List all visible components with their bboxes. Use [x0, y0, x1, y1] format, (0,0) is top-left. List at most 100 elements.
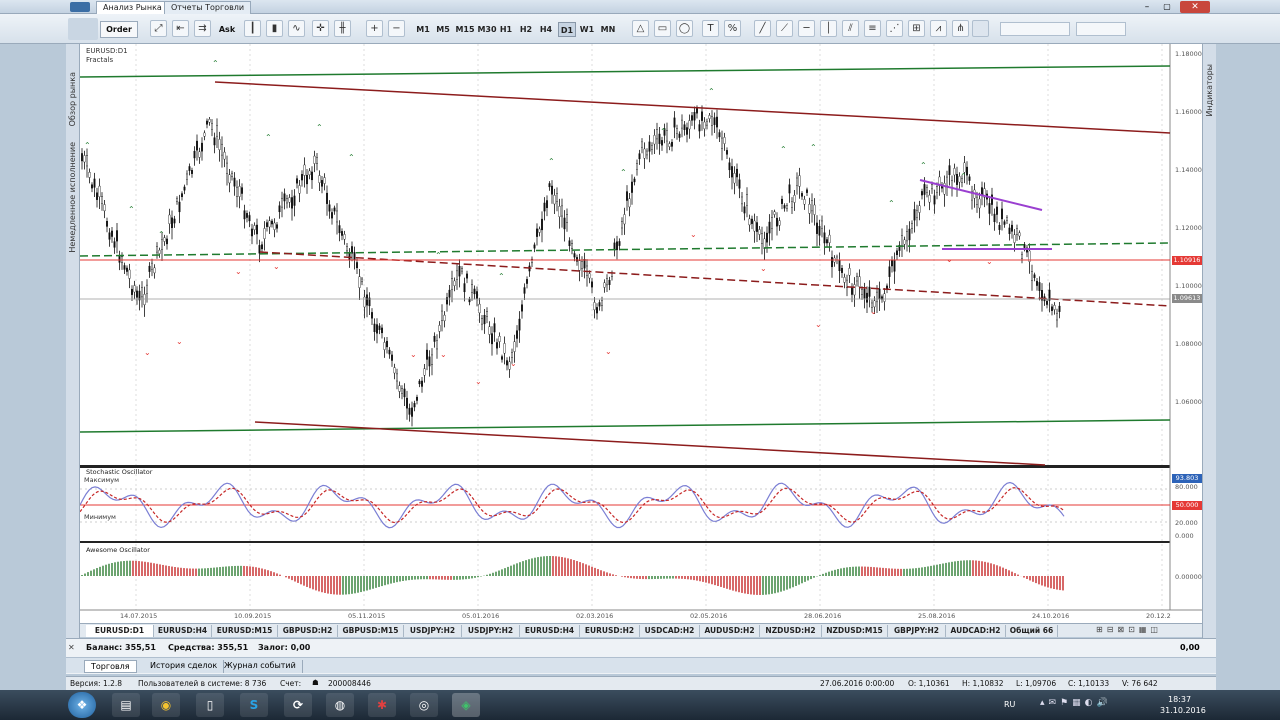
andrews-tool-icon[interactable]: ⩘ — [930, 20, 947, 37]
symbol-tab[interactable]: Общий 66 — [1006, 625, 1058, 637]
tab-scroll-icons[interactable]: ⊞⊟⊠⊡▦◫ — [1096, 625, 1196, 637]
candle-chart-icon[interactable]: ▮ — [266, 20, 283, 37]
close-icon[interactable]: ✕ — [1180, 1, 1210, 13]
chart-area[interactable]: EURUSD:D1 Fractals ⌃ ⌃ ⌃ ⌃ ⌃ ⌃ ⌃ ⌃ ⌃ ⌃ ⌃ ⌃ ⌃ ⌃ ⌃ ⌃ ⌃ ⌃ ⌄ ⌄ ⌄… — [80, 44, 1202, 624]
timeframe-h4[interactable]: H4 — [538, 22, 554, 37]
candle-body — [623, 214, 626, 225]
rectangle-tool-icon[interactable]: ▭ — [654, 20, 671, 37]
symbol-tab[interactable]: EURUSD:D1 — [86, 625, 154, 637]
chart-zoom-icon[interactable]: ⤢ — [150, 20, 167, 37]
timeframe-m1[interactable]: M1 — [414, 22, 432, 37]
ray-tool-icon[interactable]: ⟋ — [776, 20, 793, 37]
horizontal-line-icon[interactable]: ─ — [798, 20, 815, 37]
tab-market-analysis[interactable]: Анализ Рынка — [96, 1, 169, 14]
trendline-tool-icon[interactable]: ╱ — [754, 20, 771, 37]
fibo-tool-icon[interactable]: ≡ — [864, 20, 881, 37]
tool-icon[interactable]: ✱ — [368, 693, 396, 717]
candle-body — [541, 218, 544, 231]
explorer-icon[interactable]: ▤ — [112, 693, 140, 717]
pane-separator — [80, 465, 1170, 468]
fractal-down: ⌄ — [235, 267, 242, 276]
candle-body — [706, 121, 709, 126]
symbol-tab[interactable]: GBPUSD:H2 — [278, 625, 338, 637]
terminal-tab-journal[interactable]: Журнал событий — [218, 660, 303, 673]
candle-body — [210, 123, 213, 130]
symbol-tab[interactable]: AUDCAD:H2 — [946, 625, 1006, 637]
color-picker-icon[interactable] — [972, 20, 989, 37]
minimize-icon[interactable]: – — [1140, 2, 1154, 12]
line-chart-icon[interactable]: ∿ — [288, 20, 305, 37]
chrome-icon[interactable]: ◉ — [152, 693, 180, 717]
candle-body — [183, 186, 186, 191]
balance-value: Баланс: 355,51 — [86, 643, 156, 652]
symbol-tab[interactable]: GBPJPY:H2 — [888, 625, 946, 637]
order-button[interactable]: Order — [100, 21, 138, 38]
timeframe-d1[interactable]: D1 — [558, 22, 576, 37]
channel-tool-icon[interactable]: ⫽ — [842, 20, 859, 37]
candle-body — [220, 143, 223, 156]
triangle-tool-icon[interactable]: △ — [632, 20, 649, 37]
percent-tool-icon[interactable]: % — [724, 20, 741, 37]
gann-tool-icon[interactable]: ⊞ — [908, 20, 925, 37]
text-tool-icon[interactable]: T — [702, 20, 719, 37]
candle-body — [106, 221, 109, 227]
symbol-tab[interactable]: NZDUSD:M15 — [822, 625, 888, 637]
maximize-icon[interactable]: ▢ — [1160, 2, 1174, 12]
app-icon[interactable]: ⟳ — [284, 693, 312, 717]
candle-body — [361, 278, 364, 283]
period-separator-icon[interactable]: ╫ — [334, 20, 351, 37]
zoom-in-icon[interactable]: + — [366, 20, 383, 37]
timeframe-m5[interactable]: M5 — [434, 22, 452, 37]
symbol-tab[interactable]: GBPUSD:M15 — [338, 625, 404, 637]
auto-scroll-icon[interactable]: ⇉ — [194, 20, 211, 37]
indicators-tab[interactable]: Индикаторы — [1205, 64, 1214, 117]
symbol-tab[interactable]: USDCAD:H2 — [640, 625, 700, 637]
keyboard-language[interactable]: RU — [1004, 700, 1015, 709]
timeframe-h1[interactable]: H1 — [498, 22, 514, 37]
symbol-tab[interactable]: USDJPY:H2 — [462, 625, 520, 637]
chart-scroll-icon[interactable]: ⇤ — [172, 20, 189, 37]
line-style-select[interactable] — [1000, 22, 1070, 36]
line-width-select[interactable] — [1076, 22, 1126, 36]
terminal-tab-trade[interactable]: Торговля — [84, 660, 137, 673]
timeframe-w1[interactable]: W1 — [578, 22, 596, 37]
candle-body — [821, 220, 824, 229]
candle-body — [486, 311, 489, 317]
player-icon[interactable]: ◎ — [410, 693, 438, 717]
vertical-line-icon[interactable]: │ — [820, 20, 837, 37]
timeframe-h2[interactable]: H2 — [518, 22, 534, 37]
candle-body — [1036, 280, 1039, 286]
price-chart-svg[interactable]: ⌃ ⌃ ⌃ ⌃ ⌃ ⌃ ⌃ ⌃ ⌃ ⌃ ⌃ ⌃ ⌃ ⌃ ⌃ ⌃ ⌃ ⌃ ⌄ ⌄ ⌄ ⌄ ⌄ ⌄ ⌄ ⌄ ⌄ ⌄ ⌄ ⌄ ⌄ ⌄ ⌄ — [80, 44, 1202, 624]
terminal-close-icon[interactable]: ✕ — [68, 643, 75, 652]
fibo-fan-icon[interactable]: ⋰ — [886, 20, 903, 37]
symbol-tab[interactable]: EURUSD:M15 — [212, 625, 278, 637]
symbol-tab[interactable]: USDJPY:H2 — [404, 625, 462, 637]
tray-icons[interactable]: ▴✉⚑▦◐🔊 — [1040, 698, 1112, 708]
terminal-tab-history[interactable]: История сделок — [144, 660, 225, 673]
document-icon[interactable]: ▯ — [196, 693, 224, 717]
ellipse-tool-icon[interactable]: ◯ — [676, 20, 693, 37]
ask-button[interactable]: Ask — [216, 22, 238, 38]
market-watch-tab[interactable]: Обзор рынка — [68, 72, 77, 126]
timeframe-m15[interactable]: M15 — [454, 22, 476, 37]
symbol-tab[interactable]: EURUSD:H4 — [520, 625, 580, 637]
instant-execution-tab[interactable]: Немедленное исполнение — [68, 142, 77, 253]
bar-chart-icon[interactable]: ┃ — [244, 20, 261, 37]
symbol-tab[interactable]: NZDUSD:H2 — [760, 625, 822, 637]
candle-body — [83, 155, 86, 163]
skype-icon[interactable]: S — [240, 693, 268, 717]
trading-app-icon[interactable]: ◈ — [452, 693, 480, 717]
start-button[interactable]: ❖ — [68, 692, 96, 718]
crosshair-icon[interactable]: ✛ — [312, 20, 329, 37]
tab-trading-reports[interactable]: Отчеты Торговли — [164, 1, 252, 14]
symbol-tab[interactable]: AUDUSD:H2 — [700, 625, 760, 637]
timeframe-mn[interactable]: MN — [598, 22, 618, 37]
candle-body — [208, 118, 211, 123]
zoom-out-icon[interactable]: − — [388, 20, 405, 37]
pitchfork-icon[interactable]: ⋔ — [952, 20, 969, 37]
fractal-up: ⌃ — [780, 145, 787, 154]
timeframe-m30[interactable]: M30 — [476, 22, 498, 37]
media-icon[interactable]: ◍ — [326, 693, 354, 717]
symbol-tab[interactable]: EURUSD:H4 — [154, 625, 212, 637]
symbol-tab[interactable]: EURUSD:H2 — [580, 625, 640, 637]
